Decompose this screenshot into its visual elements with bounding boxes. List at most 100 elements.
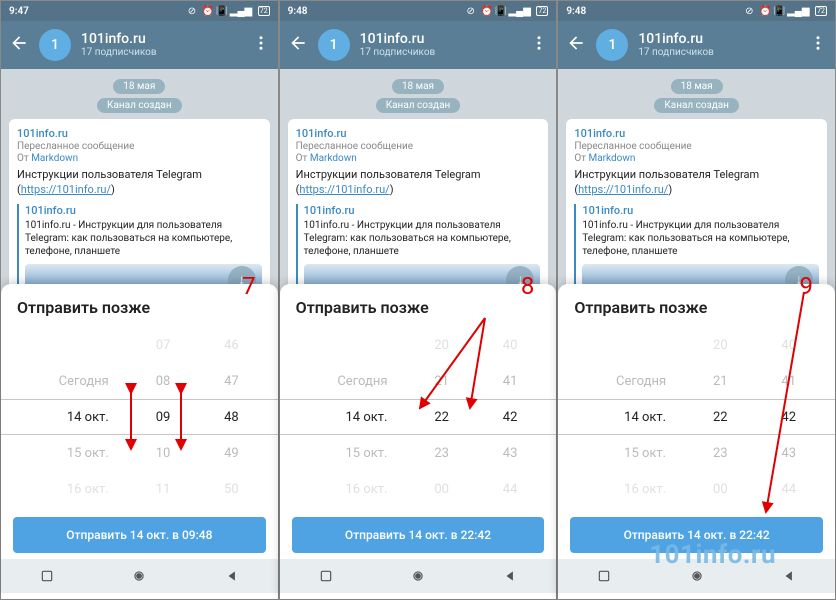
date-chip: 18 мая — [9, 79, 270, 94]
hour-column[interactable]: 07 08 09 10 11 — [129, 327, 197, 507]
status-time: 9:48 — [288, 6, 308, 17]
nav-back-icon[interactable] — [223, 567, 241, 585]
annotation-step-8: 8 — [521, 272, 535, 300]
nav-home-icon[interactable] — [409, 567, 427, 585]
channel-title: 101info.ru — [638, 31, 799, 48]
wifi-icon — [522, 6, 532, 16]
forward-label: Пересланное сообщение — [574, 141, 819, 152]
channel-avatar[interactable]: 1 — [596, 29, 628, 61]
status-icons: ⊘ ⏰ 📳 ▂▄▆ 72 — [466, 6, 548, 16]
back-icon[interactable] — [566, 33, 586, 57]
preview-title: 101info.ru — [582, 204, 819, 217]
annotation-step-9: 9 — [799, 272, 813, 300]
alarm-icon: ⏰ — [202, 6, 212, 16]
send-schedule-button[interactable]: Отправить 14 окт. в 09:48 — [13, 517, 266, 553]
preview-description: 101info.ru - Инструкции для пользователя… — [25, 219, 262, 258]
more-icon[interactable] — [530, 34, 548, 56]
channel-subtitle: 17 подписчиков — [638, 47, 799, 59]
minute-column[interactable]: 46 47 48 49 50 — [197, 327, 265, 507]
wifi-icon — [801, 6, 811, 16]
android-navbar — [1, 559, 278, 593]
status-icons: ⊘ ⏰ 📳 ▂▄▆ 72 — [745, 6, 827, 16]
vibrate-icon: 📳 — [773, 6, 783, 16]
day-column[interactable]: Сегодня 14 окт. 15 окт. 16 окт. — [13, 327, 129, 507]
message-bubble[interactable]: 101info.ru Пересланное сообщение От Mark… — [566, 119, 827, 306]
forward-from: От Markdown — [574, 153, 819, 164]
more-icon[interactable] — [252, 34, 270, 56]
date-time-picker[interactable]: Сегодня 14 окт. 15 окт. 16 окт. 20 21 22… — [558, 327, 835, 507]
nav-back-icon[interactable] — [780, 567, 798, 585]
chat-header[interactable]: 1 101info.ru 17 подписчиков — [558, 21, 835, 69]
sheet-title: Отправить позже — [280, 284, 557, 327]
message-text: Инструкции пользователя Telegram (https:… — [574, 168, 819, 198]
dnd-icon: ⊘ — [188, 6, 198, 16]
nav-recent-icon[interactable] — [38, 567, 56, 585]
android-navbar — [558, 559, 835, 593]
minute-column[interactable]: 40 41 42 43 44 — [476, 327, 544, 507]
channel-avatar[interactable]: 1 — [39, 29, 71, 61]
message-bubble[interactable]: 101info.ru Пересланное сообщение От Mark… — [9, 119, 270, 306]
hour-column[interactable]: 20 21 22 23 00 — [407, 327, 475, 507]
status-bar: 9:48 ⊘ ⏰ 📳 ▂▄▆ 72 — [558, 1, 835, 21]
message-link[interactable]: https://101info.ru/ — [299, 183, 389, 196]
sheet-title: Отправить позже — [558, 284, 835, 327]
message-text: Инструкции пользователя Telegram (https:… — [17, 168, 262, 198]
preview-description: 101info.ru - Инструкции для пользователя… — [582, 219, 819, 258]
system-message: Канал создан — [566, 98, 827, 113]
sheet-title: Отправить позже — [1, 284, 278, 327]
status-bar: 9:47 ⊘ ⏰ 📳 ▂▄▆ 72 — [1, 1, 278, 21]
nav-recent-icon[interactable] — [317, 567, 335, 585]
schedule-sheet: Отправить позже 7 Сегодня 14 окт. 15 окт… — [1, 284, 278, 599]
hour-column[interactable]: 20 21 22 23 00 — [686, 327, 754, 507]
more-icon[interactable] — [809, 34, 827, 56]
nav-recent-icon[interactable] — [595, 567, 613, 585]
preview-title: 101info.ru — [25, 204, 262, 217]
channel-subtitle: 17 подписчиков — [81, 47, 242, 59]
battery-icon: 72 — [815, 6, 827, 16]
message-link[interactable]: https://101info.ru/ — [578, 183, 668, 196]
channel-title: 101info.ru — [81, 31, 242, 48]
signal-icon: ▂▄▆ — [230, 6, 240, 16]
status-time: 9:47 — [9, 6, 29, 17]
send-schedule-button[interactable]: Отправить 14 окт. в 22:42 — [292, 517, 545, 553]
back-icon[interactable] — [288, 33, 308, 57]
dnd-icon: ⊘ — [745, 6, 755, 16]
message-sender: 101info.ru — [574, 127, 819, 140]
day-column[interactable]: Сегодня 14 окт. 15 окт. 16 окт. — [570, 327, 686, 507]
date-time-picker[interactable]: Сегодня 14 окт. 15 окт. 16 окт. 07 08 09… — [1, 327, 278, 507]
channel-avatar[interactable]: 1 — [318, 29, 350, 61]
nav-home-icon[interactable] — [130, 567, 148, 585]
preview-description: 101info.ru - Инструкции для пользователя… — [304, 219, 541, 258]
date-time-picker[interactable]: Сегодня 14 окт. 15 окт. 16 окт. 20 21 22… — [280, 327, 557, 507]
channel-title: 101info.ru — [360, 31, 521, 48]
message-bubble[interactable]: 101info.ru Пересланное сообщение От Mark… — [288, 119, 549, 306]
forward-label: Пересланное сообщение — [17, 141, 262, 152]
message-text: Инструкции пользователя Telegram (https:… — [296, 168, 541, 198]
status-bar: 9:48 ⊘ ⏰ 📳 ▂▄▆ 72 — [280, 1, 557, 21]
signal-icon: ▂▄▆ — [787, 6, 797, 16]
alarm-icon: ⏰ — [759, 6, 769, 16]
battery-icon: 72 — [536, 6, 548, 16]
status-time: 9:48 — [566, 6, 586, 17]
send-schedule-button[interactable]: Отправить 14 окт. в 22:42 — [570, 517, 823, 553]
date-chip: 18 мая — [288, 79, 549, 94]
alarm-icon: ⏰ — [480, 6, 490, 16]
forward-from: От Markdown — [296, 153, 541, 164]
day-column[interactable]: Сегодня 14 окт. 15 окт. 16 окт. — [292, 327, 408, 507]
screen-3: 9:48 ⊘ ⏰ 📳 ▂▄▆ 72 1 101info.ru 17 подпис… — [557, 0, 836, 600]
message-link[interactable]: https://101info.ru/ — [21, 183, 111, 196]
back-icon[interactable] — [9, 33, 29, 57]
chat-header[interactable]: 1 101info.ru 17 подписчиков — [1, 21, 278, 69]
nav-back-icon[interactable] — [501, 567, 519, 585]
chat-header[interactable]: 1 101info.ru 17 подписчиков — [280, 21, 557, 69]
nav-home-icon[interactable] — [688, 567, 706, 585]
system-message: Канал создан — [9, 98, 270, 113]
screen-1: 9:47 ⊘ ⏰ 📳 ▂▄▆ 72 1 101info.ru 17 подпис… — [0, 0, 279, 600]
dnd-icon: ⊘ — [466, 6, 476, 16]
message-sender: 101info.ru — [296, 127, 541, 140]
minute-column[interactable]: 40 41 42 43 44 — [755, 327, 823, 507]
forward-label: Пересланное сообщение — [296, 141, 541, 152]
system-message: Канал создан — [288, 98, 549, 113]
wifi-icon — [244, 6, 254, 16]
status-icons: ⊘ ⏰ 📳 ▂▄▆ 72 — [188, 6, 270, 16]
